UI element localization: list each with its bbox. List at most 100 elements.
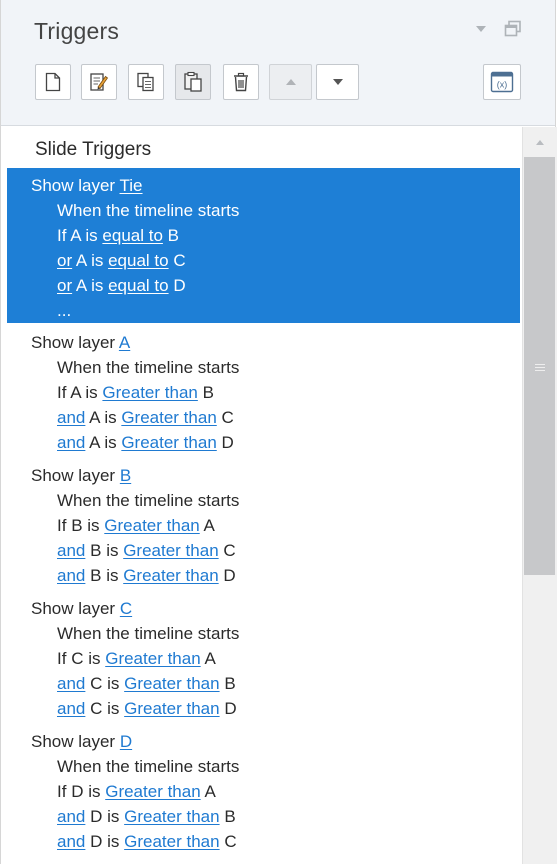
condition-left-operand: C <box>71 649 84 668</box>
trigger-action: Show layer <box>31 333 116 352</box>
condition-operator-link[interactable]: Greater than <box>124 832 219 851</box>
condition-right-operand: B <box>224 807 236 826</box>
condition-operator-link[interactable]: equal to <box>108 276 169 295</box>
trigger-item[interactable]: Show layer D When the timeline starts If D… <box>7 729 520 854</box>
edit-trigger-button[interactable] <box>81 64 117 100</box>
trigger-item[interactable]: Show layer C When the timeline starts If C… <box>7 596 520 721</box>
trigger-action-line: Show layer C <box>7 596 520 621</box>
condition-left-operand: A <box>70 383 81 402</box>
trigger-event: When the timeline starts <box>57 491 240 510</box>
new-document-icon <box>45 72 61 92</box>
trigger-action-line: Show layer Tie <box>7 173 520 198</box>
trigger-event-line: When the timeline starts <box>7 621 520 646</box>
triangle-down-icon <box>332 78 344 86</box>
condition-is: is <box>85 226 98 245</box>
trigger-event-line: When the timeline starts <box>7 355 520 380</box>
trigger-condition-line: If A is Greater than B <box>7 380 520 405</box>
variables-icon: (x) <box>490 71 514 93</box>
trigger-condition-line: and A is Greater than D <box>7 430 520 455</box>
condition-is: is <box>104 408 117 427</box>
trigger-action-line: Show layer B <box>7 463 520 488</box>
condition-prefix: If <box>57 383 67 402</box>
condition-operator-link[interactable]: Greater than <box>124 807 219 826</box>
new-trigger-button[interactable] <box>35 64 71 100</box>
condition-left-operand: C <box>90 699 103 718</box>
condition-connector-link[interactable]: and <box>57 566 85 585</box>
condition-operator-link[interactable]: Greater than <box>105 649 200 668</box>
trigger-target-link[interactable]: D <box>120 732 132 751</box>
condition-operator-link[interactable]: Greater than <box>105 782 200 801</box>
paste-trigger-button[interactable] <box>175 64 211 100</box>
trigger-condition-line: or A is equal to D <box>7 273 520 298</box>
condition-right-operand: A <box>204 782 216 801</box>
condition-operator-link[interactable]: Greater than <box>123 541 218 560</box>
condition-operator-link[interactable]: Greater than <box>121 433 216 452</box>
trigger-condition-line: and B is Greater than C <box>7 538 520 563</box>
trigger-target-link[interactable]: Tie <box>120 176 143 195</box>
condition-right-operand: C <box>221 408 234 427</box>
condition-is: is <box>106 541 119 560</box>
scroll-thumb[interactable] <box>524 157 555 575</box>
variables-button[interactable]: (x) <box>483 64 521 100</box>
condition-operator-link[interactable]: Greater than <box>124 699 219 718</box>
condition-left-operand: A <box>89 408 100 427</box>
condition-operator-link[interactable]: Greater than <box>121 408 216 427</box>
trigger-event-line: When the timeline starts <box>7 488 520 513</box>
trigger-item[interactable]: Show layer Tie When the timeline starts If… <box>7 168 520 323</box>
condition-prefix: If <box>57 226 67 245</box>
condition-is: is <box>91 276 104 295</box>
trigger-condition-line: and D is Greater than B <box>7 804 520 829</box>
condition-prefix: If <box>57 516 67 535</box>
trigger-more-ellipsis: ... <box>7 298 520 323</box>
vertical-scrollbar[interactable] <box>522 127 557 864</box>
trigger-condition-line: If D is Greater than A <box>7 779 520 804</box>
condition-connector-link[interactable]: and <box>57 832 85 851</box>
delete-trigger-button[interactable] <box>223 64 259 100</box>
condition-right-operand: D <box>223 566 236 585</box>
trigger-item[interactable]: Show layer B When the timeline starts If B… <box>7 463 520 588</box>
condition-connector-link[interactable]: and <box>57 433 85 452</box>
float-panel-icon[interactable] <box>504 20 522 41</box>
trigger-item[interactable]: Show layer A When the timeline starts If A… <box>7 330 520 455</box>
condition-operator-link[interactable]: Greater than <box>124 674 219 693</box>
condition-right-operand: A <box>204 649 216 668</box>
copy-trigger-button[interactable] <box>128 64 164 100</box>
trigger-action: Show layer <box>31 599 116 618</box>
condition-connector-link[interactable]: and <box>57 674 85 693</box>
move-up-button[interactable] <box>269 64 312 100</box>
copy-icon <box>136 72 156 92</box>
trigger-target-link[interactable]: C <box>120 599 132 618</box>
trigger-target-link[interactable]: B <box>120 466 131 485</box>
trash-icon <box>232 72 250 92</box>
condition-connector-link[interactable]: or <box>57 276 72 295</box>
condition-right-operand: C <box>173 251 186 270</box>
grip-icon <box>535 364 545 373</box>
triggers-panel: Triggers (x) Slide Triggers Show layer T… <box>0 0 557 864</box>
condition-is: is <box>85 383 98 402</box>
trigger-event: When the timeline starts <box>57 201 240 220</box>
condition-operator-link[interactable]: Greater than <box>104 516 199 535</box>
condition-connector-link[interactable]: and <box>57 541 85 560</box>
move-down-button[interactable] <box>316 64 359 100</box>
condition-operator-link[interactable]: Greater than <box>102 383 197 402</box>
trigger-condition-line: and A is Greater than C <box>7 405 520 430</box>
condition-operator-link[interactable]: equal to <box>108 251 169 270</box>
condition-connector-link[interactable]: and <box>57 408 85 427</box>
condition-left-operand: B <box>90 541 102 560</box>
triggers-list: Slide Triggers Show layer Tie When the ti… <box>1 127 522 864</box>
condition-left-operand: D <box>90 832 103 851</box>
condition-is: is <box>88 782 101 801</box>
condition-right-operand: D <box>224 699 237 718</box>
panel-title: Triggers <box>34 18 120 44</box>
trigger-target-link[interactable]: A <box>119 333 130 352</box>
condition-connector-link[interactable]: and <box>57 807 85 826</box>
panel-menu-icon[interactable] <box>475 22 487 36</box>
condition-connector-link[interactable]: and <box>57 699 85 718</box>
condition-connector-link[interactable]: or <box>57 251 72 270</box>
trigger-condition-line: and C is Greater than B <box>7 671 520 696</box>
condition-operator-link[interactable]: equal to <box>102 226 163 245</box>
scroll-up-arrow-icon[interactable] <box>523 127 557 157</box>
condition-is: is <box>87 516 100 535</box>
condition-operator-link[interactable]: Greater than <box>123 566 218 585</box>
trigger-condition-line: and D is Greater than C <box>7 829 520 854</box>
